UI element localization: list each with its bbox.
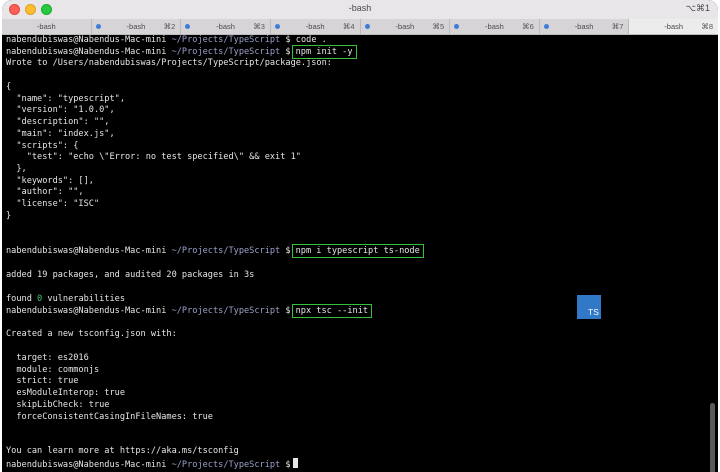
tsconfig-line: strict: true — [6, 376, 79, 387]
tsconfig-line: forceConsistentCasingInFileNames: true — [6, 411, 213, 422]
tsconfig-line: module: commonjs — [6, 364, 100, 375]
window-title: -bash — [348, 3, 372, 13]
tab-shortcut: ⌘4 — [342, 22, 355, 31]
prompt-symbol: $ — [285, 46, 291, 57]
terminal-line: nabendubiswas@Nabendus-Mac-mini ~/Projec… — [6, 304, 373, 318]
typescript-logo: TS — [577, 295, 601, 319]
tab-shortcut: ⌘5 — [432, 22, 445, 31]
package-json-line: }, — [6, 163, 27, 174]
prompt-symbol: $ — [285, 35, 291, 45]
package-json-line: "scripts": { — [6, 140, 79, 151]
prompt-user: nabendubiswas@Nabendus-Mac-mini — [6, 306, 167, 316]
scrollbar[interactable] — [710, 403, 715, 472]
highlighted-command: npm i typescript ts-node — [291, 244, 424, 258]
prompt-cwd: ~/Projects/TypeScript — [171, 246, 281, 256]
output-created: Created a new tsconfig.json with: — [6, 329, 177, 339]
tab-7[interactable]: -bash ⌘7 — [538, 19, 629, 34]
package-json-line: "author": "", — [6, 187, 84, 198]
prompt-user: nabendubiswas@Nabendus-Mac-mini — [6, 46, 167, 57]
found-suffix: vulnerabilities — [42, 294, 126, 304]
tab-shortcut: ⌘8 — [701, 22, 713, 31]
tsconfig-line: target: es2016 — [6, 353, 89, 363]
prompt-cwd: ~/Projects/TypeScript — [171, 306, 281, 316]
found-prefix: found — [6, 294, 38, 304]
terminal-line: nabendubiswas@Nabendus-Mac-mini ~/Projec… — [6, 458, 298, 472]
text-cursor — [292, 458, 298, 468]
prompt-cwd: ~/Projects/TypeScript — [171, 46, 281, 57]
tab-shortcut: ⌘2 — [163, 22, 176, 31]
output-learn-more: You can learn more at https://aka.ms/tsc… — [6, 446, 239, 456]
package-json-line: "test": "echo \"Error: no test specified… — [6, 152, 301, 163]
highlighted-command: npm init -y — [291, 44, 357, 59]
prompt-user: nabendubiswas@Nabendus-Mac-mini — [6, 246, 167, 256]
terminal-line: nabendubiswas@Nabendus-Mac-mini ~/Projec… — [6, 35, 327, 47]
tab-1[interactable]: -bash — [2, 19, 91, 34]
terminal-window: -bash ⌥⌘1 -bash -bash ⌘2 -bash ⌘3 -bash ⌘4 -bas… — [2, 0, 718, 472]
tab-shortcut: ⌘6 — [522, 22, 534, 31]
prompt-symbol: $ — [285, 460, 291, 470]
window-shortcut: ⌥⌘1 — [685, 3, 710, 13]
tab-bar: -bash -bash ⌘2 -bash ⌘3 -bash ⌘4 -bash ⌘5 -bash ⌘6… — [2, 19, 718, 35]
highlighted-command: npx tsc --init — [291, 304, 373, 318]
prompt-cwd: ~/Projects/TypeScript — [171, 460, 281, 470]
prompt-cwd: ~/Projects/TypeScript — [171, 35, 281, 45]
package-json-line: "name": "typescript", — [6, 93, 125, 104]
prompt-symbol: $ — [285, 306, 291, 316]
tsconfig-line: skipLibCheck: true — [6, 399, 110, 410]
tab-5[interactable]: -bash ⌘5 — [359, 19, 450, 34]
package-json-line: { — [6, 82, 12, 92]
output-found: found 0 vulnerabilities — [6, 294, 125, 306]
terminal-output[interactable]: nabendubiswas@Nabendus-Mac-mini ~/Projec… — [2, 35, 718, 472]
package-json-line: } — [6, 210, 12, 221]
terminal-line: nabendubiswas@Nabendus-Mac-mini ~/Projec… — [6, 44, 357, 59]
tab-shortcut: ⌘7 — [611, 22, 624, 31]
prompt-symbol: $ — [285, 246, 291, 256]
tab-2[interactable]: -bash ⌘2 — [90, 19, 181, 34]
tab-shortcut: ⌘3 — [253, 22, 265, 31]
package-json-line: "license": "ISC" — [6, 199, 100, 209]
package-json-line: "description": "", — [6, 117, 110, 128]
tab-4[interactable]: -bash ⌘4 — [269, 19, 360, 34]
terminal-line: nabendubiswas@Nabendus-Mac-mini ~/Projec… — [6, 244, 424, 258]
output-wrote: Wrote to /Users/nabendubiswas/Projects/T… — [6, 58, 332, 69]
package-json-line: "keywords": [], — [6, 175, 94, 186]
prompt-user: nabendubiswas@Nabendus-Mac-mini — [6, 35, 167, 45]
package-json-line: "version": "1.0.0", — [6, 105, 115, 116]
tab-3[interactable]: -bash ⌘3 — [180, 19, 270, 34]
output-added: added 19 packages, and audited 20 packag… — [6, 270, 255, 280]
package-json-line: "main": "index.js", — [6, 128, 115, 139]
tab-label: -bash — [36, 22, 56, 31]
tab-8[interactable]: -bash ⌘8 — [628, 19, 718, 34]
tsconfig-line: esModuleInterop: true — [6, 388, 125, 399]
tab-6[interactable]: -bash ⌘6 — [449, 19, 539, 34]
command-text: code . — [295, 35, 327, 45]
title-bar[interactable]: -bash ⌥⌘1 — [2, 0, 718, 20]
prompt-user: nabendubiswas@Nabendus-Mac-mini — [6, 460, 167, 470]
